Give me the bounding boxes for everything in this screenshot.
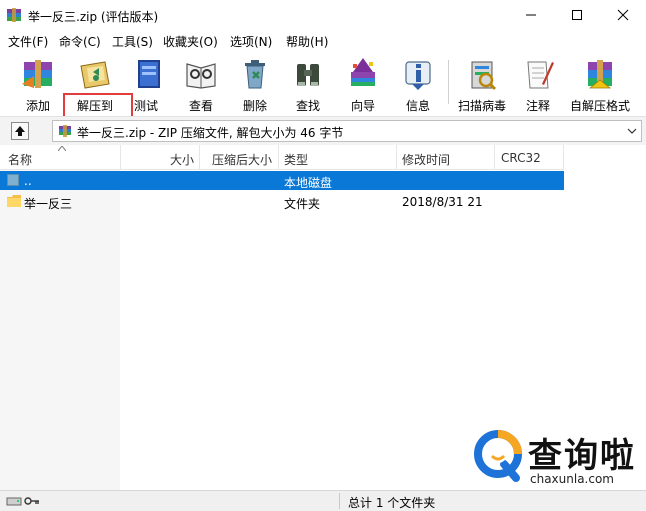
add-archive-icon [22, 60, 52, 88]
row-name: 举一反三 [24, 197, 73, 211]
column-packed-size[interactable]: 压缩后大小 [212, 151, 272, 168]
up-folder-button[interactable] [11, 122, 29, 140]
sort-up-icon [58, 146, 66, 151]
row-type: 本地磁盘 [284, 176, 333, 190]
column-type[interactable]: 类型 [284, 151, 308, 168]
column-modified[interactable]: 修改时间 [402, 151, 450, 168]
toolbar-wizard-button[interactable]: 向导 [335, 54, 391, 114]
up-arrow-icon [15, 126, 25, 136]
comment-icon [527, 61, 554, 89]
toolbar-view-label: 查看 [188, 99, 213, 113]
column-crc32[interactable]: CRC32 [501, 151, 541, 165]
window-title: 举一反三.zip (评估版本) [28, 10, 159, 24]
folder-icon [7, 195, 21, 207]
status-divider [339, 493, 340, 509]
row-modified: 2018/8/31 21 [402, 195, 483, 209]
minimize-button[interactable] [508, 0, 554, 30]
table-row-folder[interactable]: 举一反三 文件夹 2018/8/31 21 [0, 192, 564, 211]
watermark-url: chaxunla.com [530, 472, 614, 486]
toolbar-wizard-label: 向导 [350, 99, 375, 113]
drive-icon [6, 497, 22, 506]
toolbar-comment-label: 注释 [525, 99, 550, 113]
delete-icon [245, 60, 265, 89]
toolbar-comment-button[interactable]: 注释 [510, 54, 566, 114]
address-field[interactable]: 举一反三.zip - ZIP 压缩文件, 解包大小为 46 字节 [52, 120, 642, 142]
toolbar-virus-scan-label: 扫描病毒 [457, 99, 506, 113]
toolbar-virus-scan-button[interactable]: 扫描病毒 [454, 54, 510, 114]
wizard-icon [351, 58, 375, 86]
chevron-down-icon[interactable] [626, 125, 638, 137]
view-icon [186, 63, 216, 89]
menu-bar: 文件(F) 命令(C) 工具(S) 收藏夹(O) 选项(N) 帮助(H) [0, 30, 646, 50]
toolbar-separator [448, 60, 449, 104]
menu-command[interactable]: 命令(C) [59, 33, 101, 50]
toolbar-delete-button[interactable]: 删除 [227, 54, 283, 114]
table-row-parent[interactable]: .. 本地磁盘 [0, 171, 564, 190]
test-icon [138, 60, 160, 88]
sfx-icon [588, 60, 612, 89]
toolbar-add-label: 添加 [25, 99, 50, 113]
toolbar-sfx-label: 自解压格式 [569, 99, 630, 113]
toolbar-info-label: 信息 [405, 99, 430, 113]
info-icon [405, 61, 431, 90]
toolbar-add-button[interactable]: 添加 [10, 54, 66, 114]
column-header: 名称 大小 压缩后大小 类型 修改时间 CRC32 [0, 145, 564, 170]
column-divider [120, 145, 121, 169]
archive-icon [59, 125, 71, 137]
list-left-pane [0, 169, 120, 490]
column-divider [278, 145, 279, 169]
row-name: .. [24, 174, 32, 188]
column-divider [396, 145, 397, 169]
toolbar-sfx-button[interactable]: 自解压格式 [568, 54, 632, 114]
parent-folder-icon [7, 174, 19, 186]
chaxunla-logo-icon [474, 430, 522, 482]
find-icon [297, 64, 319, 86]
toolbar-find-button[interactable]: 查找 [280, 54, 336, 114]
column-size[interactable]: 大小 [170, 151, 194, 168]
title-bar: 举一反三.zip (评估版本) [0, 0, 646, 30]
column-divider [199, 145, 200, 169]
column-divider [494, 145, 495, 169]
watermark: 查询啦 chaxunla.com [470, 424, 640, 490]
menu-file[interactable]: 文件(F) [8, 33, 48, 50]
row-type: 文件夹 [284, 197, 321, 211]
toolbar: 添加 解压到 测试 查看 删除 查找 向导 信息 扫描病毒 注释 自解压格式 [0, 50, 646, 166]
key-icon [24, 497, 39, 505]
column-divider [563, 145, 564, 169]
maximize-icon [572, 10, 582, 20]
column-name[interactable]: 名称 [8, 151, 32, 168]
extract-to-icon [80, 61, 110, 89]
menu-help[interactable]: 帮助(H) [286, 33, 328, 50]
maximize-button[interactable] [554, 0, 600, 30]
close-button[interactable] [600, 0, 646, 30]
toolbar-delete-label: 删除 [242, 99, 267, 113]
toolbar-info-button[interactable]: 信息 [390, 54, 446, 114]
menu-favorites[interactable]: 收藏夹(O) [163, 33, 218, 50]
virus-scan-icon [471, 61, 497, 91]
menu-tools[interactable]: 工具(S) [112, 33, 153, 50]
winrar-app-icon [7, 8, 21, 22]
close-icon [617, 9, 629, 21]
minimize-icon [526, 14, 536, 16]
address-text: 举一反三.zip - ZIP 压缩文件, 解包大小为 46 字节 [77, 126, 344, 140]
menu-options[interactable]: 选项(N) [230, 33, 272, 50]
toolbar-find-label: 查找 [295, 99, 320, 113]
status-text: 总计 1 个文件夹 [348, 496, 436, 510]
toolbar-view-button[interactable]: 查看 [173, 54, 229, 114]
address-bar: 举一反三.zip - ZIP 压缩文件, 解包大小为 46 字节 [0, 116, 646, 146]
watermark-text: 查询啦 [528, 436, 636, 476]
status-bar: 总计 1 个文件夹 [0, 490, 646, 511]
